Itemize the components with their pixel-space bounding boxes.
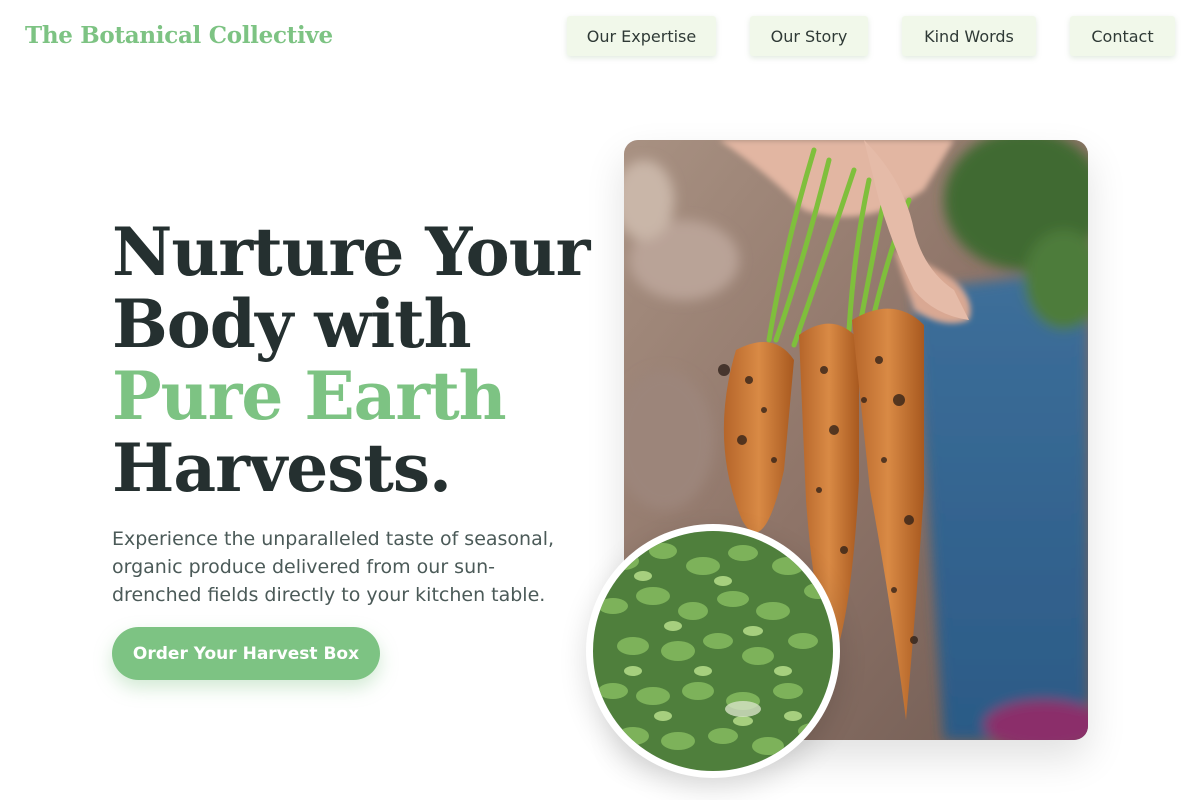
headline-line-4: Harvests. — [112, 429, 452, 507]
headline-accent-line: Pure Earth — [112, 357, 507, 435]
nav-contact[interactable]: Contact — [1070, 16, 1175, 56]
headline-line-1: Nurture Your — [112, 213, 590, 291]
nav-our-expertise[interactable]: Our Expertise — [567, 16, 716, 56]
hero-headline: Nurture Your Body with Pure Earth Harves… — [112, 213, 590, 507]
microgreens-photo — [586, 524, 840, 778]
nav-kind-words[interactable]: Kind Words — [902, 16, 1036, 56]
microgreens-illustration — [593, 531, 833, 771]
main-nav: Our Expertise Our Story Kind Words Conta… — [0, 16, 1200, 56]
nav-our-story[interactable]: Our Story — [750, 16, 868, 56]
order-harvest-box-button[interactable]: Order Your Harvest Box — [112, 627, 380, 680]
hero-subtitle: Experience the unparalleled taste of sea… — [112, 528, 555, 606]
headline-line-2: Body with — [112, 285, 472, 363]
